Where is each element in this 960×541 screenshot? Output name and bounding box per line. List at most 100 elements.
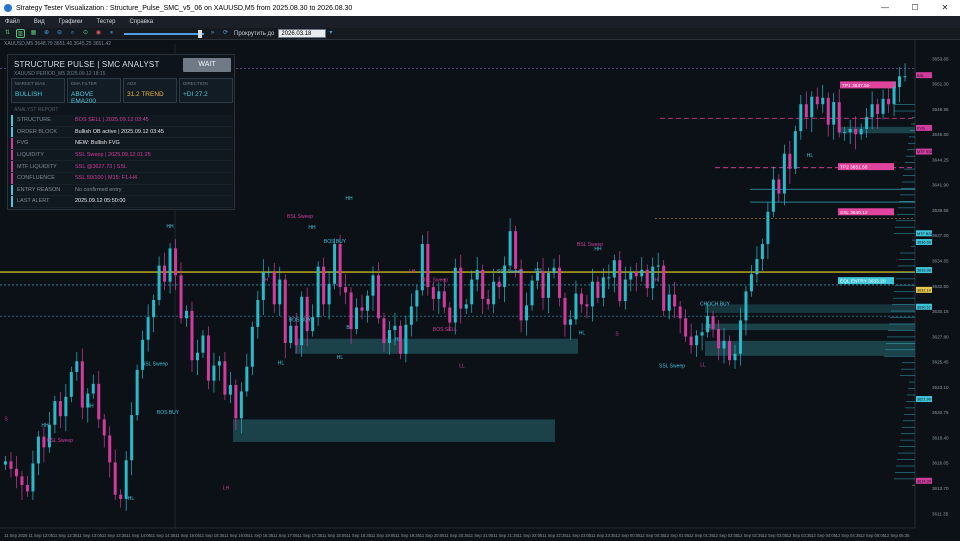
volume-profile-bar [894, 233, 915, 234]
structure-label: BOS BUY [324, 239, 347, 245]
minimize-icon[interactable]: — [870, 0, 900, 16]
time-tick-label: 11 Sep 20:05 [420, 533, 445, 538]
level-label: TP1 3647.50 [842, 83, 870, 89]
price-tag-label: MTF BSL [917, 232, 933, 236]
candle-body [387, 330, 391, 344]
structure-label: CHOCH BUY [700, 301, 731, 307]
candle-body [338, 244, 342, 288]
structure-label: BSL Sweep [422, 278, 448, 284]
candle-body [634, 272, 638, 277]
report-row-value: 2025.09.12 05:50:00 [75, 198, 126, 205]
volume-profile-bar [905, 162, 915, 164]
structure-label: BSL Sweep [47, 438, 73, 444]
skip-forward-icon[interactable]: » [208, 29, 217, 38]
speed-slider-thumb[interactable] [198, 29, 202, 38]
close-icon[interactable]: ✕ [930, 0, 960, 16]
candle-body [475, 269, 479, 280]
volume-profile-bar [892, 304, 915, 305]
stop-icon[interactable]: ◉ [94, 29, 103, 38]
candle-body [42, 436, 46, 448]
candle-body [185, 310, 189, 319]
report-heading: ANALYST REPORT [14, 107, 59, 113]
volume-profile-bar [898, 265, 915, 267]
candle-body [640, 269, 644, 277]
calendar-icon[interactable]: ▾ [326, 29, 335, 38]
volume-profile-bar [908, 142, 915, 144]
candle-body [881, 98, 885, 114]
time-tick-label: 11 Sep 16:35 [249, 533, 274, 538]
menu-view[interactable]: Вид [34, 19, 45, 25]
candle-body [766, 211, 770, 245]
volume-profile-bar [902, 181, 915, 183]
structure-label: BOS BUY [157, 410, 180, 416]
candle-body [80, 361, 84, 408]
candle-body [64, 396, 68, 417]
menu-tester[interactable]: Тестер [96, 19, 115, 25]
candle-body [415, 290, 419, 307]
candle-body [629, 272, 633, 280]
skip-to-date-field[interactable]: 2026.03.18 00:00 [278, 29, 327, 46]
candle-body [804, 104, 808, 118]
report-row-key: ENTRY REASON [17, 186, 61, 193]
menu-file[interactable]: Файл [5, 19, 20, 25]
candle-body [848, 128, 852, 133]
order-block-zone [295, 338, 578, 354]
candle-body [355, 307, 359, 330]
volume-profile-bar [901, 368, 915, 370]
candle-body [31, 463, 35, 492]
report-row-value: No confirmed entry [75, 186, 122, 193]
price-tick-label: 3641.90 [932, 183, 949, 188]
price-tag-label: 3633.98 [917, 269, 931, 273]
volume-profile-bar [891, 310, 915, 312]
time-tick-label: 12 Sep 02:05 [713, 533, 739, 538]
pause-icon[interactable]: ⏸ [107, 29, 116, 38]
row-marker [11, 149, 13, 161]
maximize-icon[interactable]: ☐ [900, 0, 930, 16]
grid-icon[interactable]: ▦ [29, 29, 38, 38]
volume-profile-bar [905, 407, 915, 409]
candle-body [130, 415, 134, 461]
volume-profile-bar [900, 194, 915, 196]
candle-body [470, 279, 474, 305]
candle-body [360, 307, 364, 311]
play-icon[interactable]: ⊙ [81, 29, 90, 38]
skip-to-icon[interactable]: ⟳ [221, 29, 230, 38]
volume-profile-bar [895, 226, 915, 228]
candle-body [14, 468, 18, 477]
candle-body [771, 179, 775, 212]
candle-body [322, 266, 326, 305]
wait-button[interactable]: WAIT [183, 58, 231, 72]
structure-label: HL [579, 330, 586, 336]
speed-slider[interactable] [124, 29, 204, 38]
volume-profile-bar [894, 291, 915, 293]
report-row: LAST ALERT 2025.09.12 05:50:00 [11, 196, 233, 208]
chart-mode-icon[interactable]: ▥ [16, 29, 25, 38]
candle-body [552, 267, 556, 274]
zoom-out-icon[interactable]: ⊖ [55, 29, 64, 38]
volume-profile-bar [898, 452, 915, 454]
zoom-in-icon[interactable]: ⊕ [42, 29, 51, 38]
structure-label: HH [86, 404, 94, 410]
time-tick-label: 11 Sep 18:05 [322, 533, 347, 538]
step-icon[interactable]: ⇅ [3, 29, 12, 38]
structure-label: BSL Sweep [287, 214, 313, 220]
structure-label: HH [166, 224, 174, 230]
menu-charts[interactable]: Графики [59, 19, 83, 25]
volume-profile-bar [906, 155, 915, 157]
structure-label: HH [41, 423, 49, 429]
candle-body [91, 383, 95, 394]
status-cell-value: BULLISH [15, 91, 43, 98]
level-label: TP2 3651.50 [840, 165, 868, 171]
structure-label: SSL Sweep [142, 362, 168, 368]
volume-profile-bar [897, 213, 915, 215]
candle-body [579, 293, 583, 305]
report-row: ORDER BLOCK Bullish OB active | 2025.09.1… [11, 126, 233, 139]
candle-body [788, 153, 792, 169]
candle-body [590, 281, 594, 307]
candle-body [601, 277, 605, 298]
menu-help[interactable]: Справка [130, 19, 154, 25]
price-tick-label: 3611.35 [932, 511, 949, 516]
time-tick-label: 11 Sep 19:05 [371, 533, 396, 538]
search-icon[interactable]: ⌕ [68, 29, 77, 38]
candle-body [289, 325, 293, 344]
